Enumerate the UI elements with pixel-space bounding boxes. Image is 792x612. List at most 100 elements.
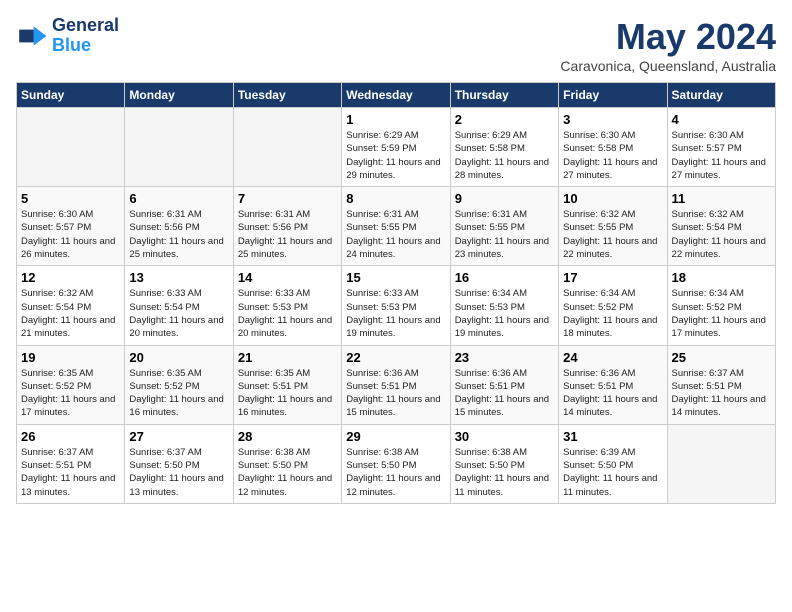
week-row-3: 12 Sunrise: 6:32 AMSunset: 5:54 PMDayligh… — [17, 266, 776, 345]
day-cell — [125, 108, 233, 187]
day-cell: 31 Sunrise: 6:39 AMSunset: 5:50 PMDayligh… — [559, 424, 667, 503]
day-number: 21 — [238, 350, 337, 365]
day-info: Sunrise: 6:33 AMSunset: 5:54 PMDaylight:… — [129, 287, 228, 340]
day-cell: 11 Sunrise: 6:32 AMSunset: 5:54 PMDayligh… — [667, 187, 775, 266]
week-row-1: 1 Sunrise: 6:29 AMSunset: 5:59 PMDaylight… — [17, 108, 776, 187]
day-info: Sunrise: 6:35 AMSunset: 5:52 PMDaylight:… — [129, 367, 228, 420]
day-cell: 2Sunrise: 6:29 AMSunset: 5:58 PMDaylight… — [450, 108, 558, 187]
day-info: Sunrise: 6:37 AMSunset: 5:51 PMDaylight:… — [672, 367, 771, 420]
day-number: 9 — [455, 191, 554, 206]
day-number: 3 — [563, 112, 662, 127]
day-cell: 6 Sunrise: 6:31 AMSunset: 5:56 PMDaylight… — [125, 187, 233, 266]
day-info: Sunrise: 6:38 AMSunset: 5:50 PMDaylight:… — [346, 446, 445, 499]
logo: General Blue — [16, 16, 119, 56]
day-info: Sunrise: 6:34 AMSunset: 5:53 PMDaylight:… — [455, 287, 554, 340]
day-cell: 26 Sunrise: 6:37 AMSunset: 5:51 PMDayligh… — [17, 424, 125, 503]
day-cell: 28 Sunrise: 6:38 AMSunset: 5:50 PMDayligh… — [233, 424, 341, 503]
day-cell: 27Sunrise: 6:37 AMSunset: 5:50 PMDayligh… — [125, 424, 233, 503]
day-cell: 7Sunrise: 6:31 AMSunset: 5:56 PMDaylight… — [233, 187, 341, 266]
day-cell: 20Sunrise: 6:35 AMSunset: 5:52 PMDayligh… — [125, 345, 233, 424]
day-info: Sunrise: 6:31 AMSunset: 5:56 PMDaylight:… — [129, 208, 228, 261]
day-number: 28 — [238, 429, 337, 444]
day-cell: 22 Sunrise: 6:36 AMSunset: 5:51 PMDayligh… — [342, 345, 450, 424]
day-cell: 8 Sunrise: 6:31 AMSunset: 5:55 PMDaylight… — [342, 187, 450, 266]
day-info: Sunrise: 6:31 AMSunset: 5:55 PMDaylight:… — [346, 208, 445, 261]
day-info: Sunrise: 6:33 AMSunset: 5:53 PMDaylight:… — [238, 287, 337, 340]
day-number: 11 — [672, 191, 771, 206]
day-number: 31 — [563, 429, 662, 444]
day-number: 8 — [346, 191, 445, 206]
title-area: May 2024 Caravonica, Queensland, Austral… — [560, 16, 776, 74]
day-cell: 14 Sunrise: 6:33 AMSunset: 5:53 PMDayligh… — [233, 266, 341, 345]
day-number: 18 — [672, 270, 771, 285]
day-info: Sunrise: 6:35 AMSunset: 5:52 PMDaylight:… — [21, 367, 120, 420]
logo-icon — [16, 20, 48, 52]
day-info: Sunrise: 6:37 AMSunset: 5:50 PMDaylight:… — [129, 446, 228, 499]
day-number: 22 — [346, 350, 445, 365]
day-info: Sunrise: 6:31 AMSunset: 5:56 PMDaylight:… — [238, 208, 337, 261]
day-info: Sunrise: 6:36 AMSunset: 5:51 PMDaylight:… — [346, 367, 445, 420]
day-number: 26 — [21, 429, 120, 444]
day-info: Sunrise: 6:29 AMSunset: 5:59 PMDaylight:… — [346, 129, 445, 182]
day-cell: 23 Sunrise: 6:36 AMSunset: 5:51 PMDayligh… — [450, 345, 558, 424]
week-row-4: 19 Sunrise: 6:35 AMSunset: 5:52 PMDayligh… — [17, 345, 776, 424]
day-info: Sunrise: 6:33 AMSunset: 5:53 PMDaylight:… — [346, 287, 445, 340]
day-number: 4 — [672, 112, 771, 127]
day-number: 16 — [455, 270, 554, 285]
day-number: 24 — [563, 350, 662, 365]
col-header-saturday: Saturday — [667, 83, 775, 108]
day-info: Sunrise: 6:34 AMSunset: 5:52 PMDaylight:… — [563, 287, 662, 340]
month-title: May 2024 — [560, 16, 776, 58]
day-number: 10 — [563, 191, 662, 206]
calendar-table: SundayMondayTuesdayWednesdayThursdayFrid… — [16, 82, 776, 504]
day-cell: 4 Sunrise: 6:30 AMSunset: 5:57 PMDaylight… — [667, 108, 775, 187]
day-info: Sunrise: 6:30 AMSunset: 5:57 PMDaylight:… — [672, 129, 771, 182]
day-info: Sunrise: 6:32 AMSunset: 5:54 PMDaylight:… — [672, 208, 771, 261]
day-cell: 1 Sunrise: 6:29 AMSunset: 5:59 PMDaylight… — [342, 108, 450, 187]
day-info: Sunrise: 6:31 AMSunset: 5:55 PMDaylight:… — [455, 208, 554, 261]
day-number: 25 — [672, 350, 771, 365]
week-row-2: 5Sunrise: 6:30 AMSunset: 5:57 PMDaylight… — [17, 187, 776, 266]
day-info: Sunrise: 6:37 AMSunset: 5:51 PMDaylight:… — [21, 446, 120, 499]
day-number: 2 — [455, 112, 554, 127]
day-info: Sunrise: 6:35 AMSunset: 5:51 PMDaylight:… — [238, 367, 337, 420]
day-info: Sunrise: 6:32 AMSunset: 5:54 PMDaylight:… — [21, 287, 120, 340]
day-info: Sunrise: 6:39 AMSunset: 5:50 PMDaylight:… — [563, 446, 662, 499]
day-info: Sunrise: 6:36 AMSunset: 5:51 PMDaylight:… — [455, 367, 554, 420]
col-header-thursday: Thursday — [450, 83, 558, 108]
col-header-tuesday: Tuesday — [233, 83, 341, 108]
day-cell: 3Sunrise: 6:30 AMSunset: 5:58 PMDaylight… — [559, 108, 667, 187]
week-row-5: 26 Sunrise: 6:37 AMSunset: 5:51 PMDayligh… — [17, 424, 776, 503]
day-info: Sunrise: 6:34 AMSunset: 5:52 PMDaylight:… — [672, 287, 771, 340]
day-cell: 9 Sunrise: 6:31 AMSunset: 5:55 PMDaylight… — [450, 187, 558, 266]
day-number: 1 — [346, 112, 445, 127]
day-number: 14 — [238, 270, 337, 285]
logo-general: General — [52, 16, 119, 36]
day-number: 12 — [21, 270, 120, 285]
day-cell: 18 Sunrise: 6:34 AMSunset: 5:52 PMDayligh… — [667, 266, 775, 345]
day-cell — [17, 108, 125, 187]
day-number: 17 — [563, 270, 662, 285]
day-number: 15 — [346, 270, 445, 285]
day-cell: 24Sunrise: 6:36 AMSunset: 5:51 PMDayligh… — [559, 345, 667, 424]
day-cell — [667, 424, 775, 503]
day-number: 6 — [129, 191, 228, 206]
day-number: 5 — [21, 191, 120, 206]
header-row: SundayMondayTuesdayWednesdayThursdayFrid… — [17, 83, 776, 108]
col-header-sunday: Sunday — [17, 83, 125, 108]
day-number: 29 — [346, 429, 445, 444]
day-cell: 13Sunrise: 6:33 AMSunset: 5:54 PMDayligh… — [125, 266, 233, 345]
day-cell: 30 Sunrise: 6:38 AMSunset: 5:50 PMDayligh… — [450, 424, 558, 503]
col-header-monday: Monday — [125, 83, 233, 108]
day-cell: 5Sunrise: 6:30 AMSunset: 5:57 PMDaylight… — [17, 187, 125, 266]
page-header: General Blue May 2024 Caravonica, Queens… — [16, 16, 776, 74]
day-number: 23 — [455, 350, 554, 365]
day-info: Sunrise: 6:32 AMSunset: 5:55 PMDaylight:… — [563, 208, 662, 261]
day-info: Sunrise: 6:38 AMSunset: 5:50 PMDaylight:… — [455, 446, 554, 499]
day-number: 30 — [455, 429, 554, 444]
day-number: 19 — [21, 350, 120, 365]
col-header-wednesday: Wednesday — [342, 83, 450, 108]
logo-blue: Blue — [52, 36, 119, 56]
day-cell: 21 Sunrise: 6:35 AMSunset: 5:51 PMDayligh… — [233, 345, 341, 424]
day-info: Sunrise: 6:38 AMSunset: 5:50 PMDaylight:… — [238, 446, 337, 499]
